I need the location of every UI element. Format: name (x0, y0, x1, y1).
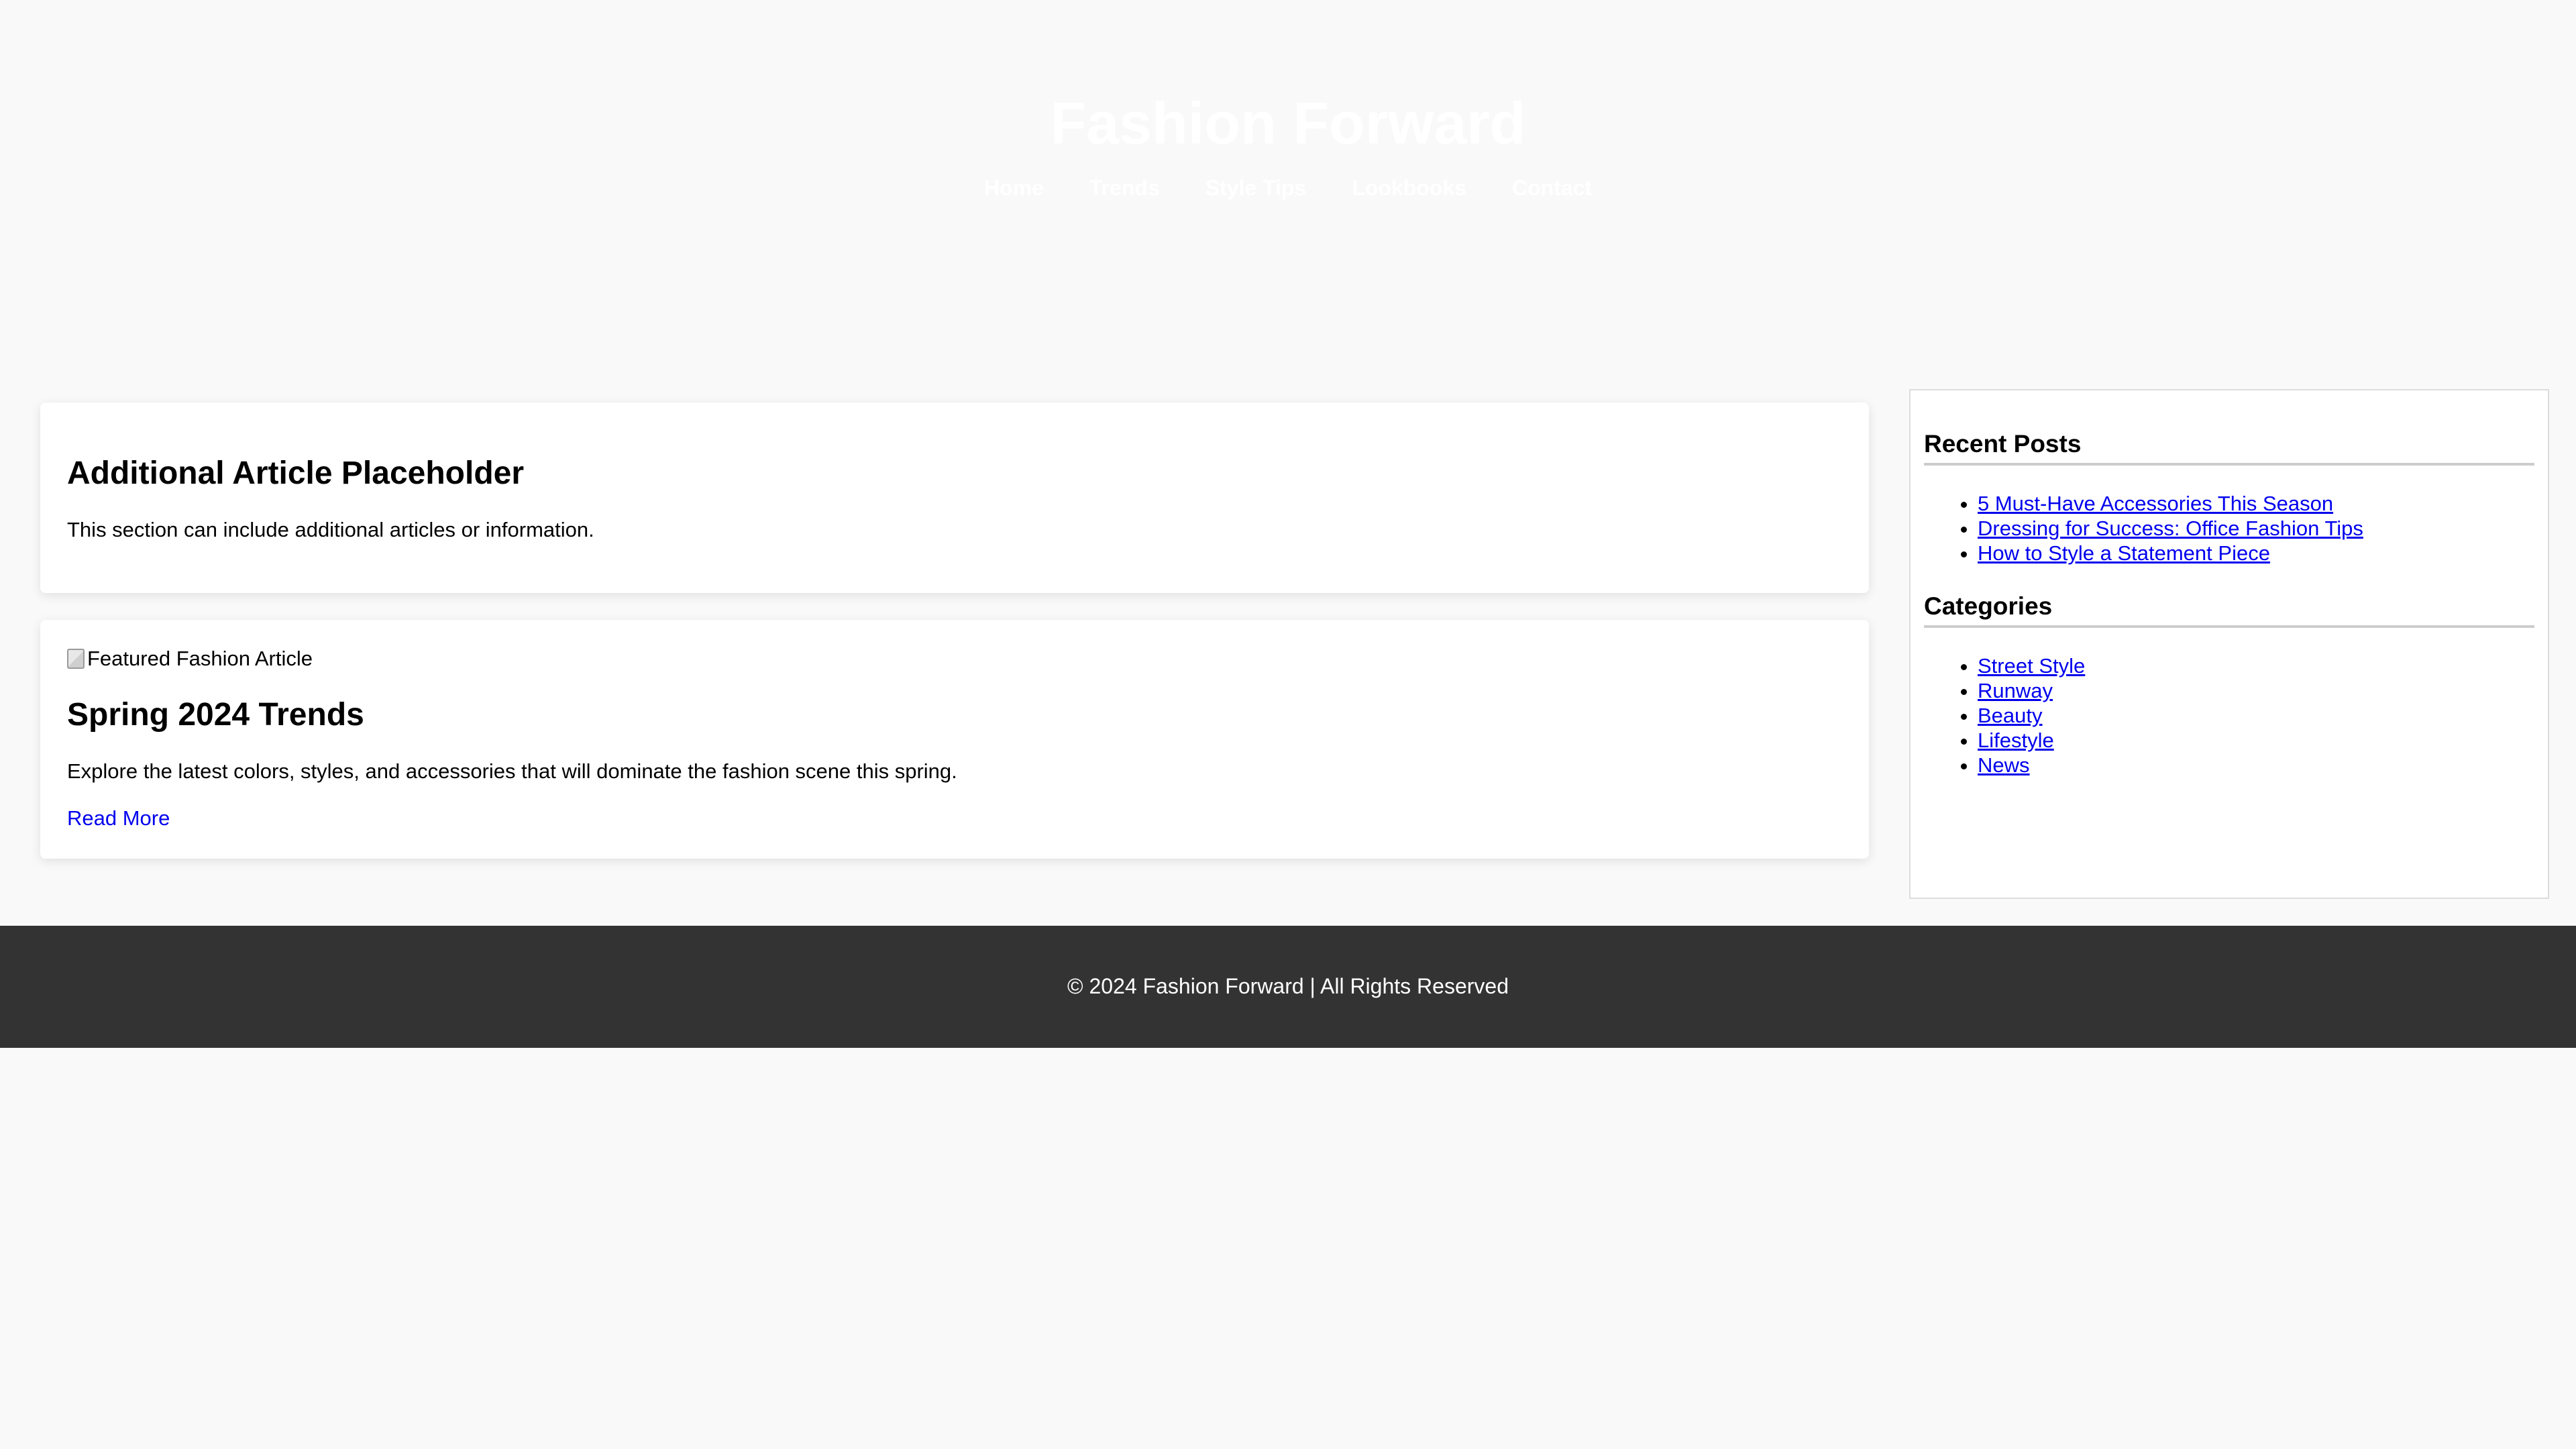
list-item: Dressing for Success: Office Fashion Tip… (1978, 516, 2363, 541)
list-item: News (1978, 753, 2085, 777)
category-link-street-style[interactable]: Street Style (1978, 654, 2085, 678)
page: Fashion Forward Home Trends Style Tips L… (0, 0, 2576, 1449)
broken-image-icon (67, 649, 85, 669)
nav-trends-link[interactable]: Trends (1089, 172, 1160, 204)
nav-lookbooks-link[interactable]: Lookbooks (1352, 172, 1466, 204)
category-link-runway[interactable]: Runway (1978, 679, 2053, 702)
list-item: Runway (1978, 678, 2085, 703)
list-item: 5 Must-Have Accessories This Season (1978, 491, 2363, 516)
main-nav: Home Trends Style Tips Lookbooks Contact (0, 172, 2576, 204)
recent-post-link[interactable]: How to Style a Statement Piece (1978, 541, 2270, 565)
list-item: Beauty (1978, 703, 2085, 728)
sidebar: Recent Posts 5 Must-Have Accessories Thi… (1909, 389, 2549, 899)
nav-style-tips-link[interactable]: Style Tips (1205, 172, 1307, 204)
article-card-placeholder: Additional Article Placeholder This sect… (40, 402, 1869, 593)
categories-list: Street Style Runway Beauty Lifestyle New… (1924, 653, 2085, 777)
article-card-featured: Featured Fashion Article Spring 2024 Tre… (40, 620, 1869, 859)
article-text: This section can include additional arti… (67, 518, 594, 541)
article-text: Explore the latest colors, styles, and a… (67, 759, 957, 783)
nav-contact-link[interactable]: Contact (1512, 172, 1592, 204)
featured-image-alt-text: Featured Fashion Article (87, 647, 313, 670)
recent-posts-heading: Recent Posts (1924, 429, 2534, 466)
site-header: Fashion Forward Home Trends Style Tips L… (0, 0, 2576, 376)
category-link-lifestyle[interactable]: Lifestyle (1978, 729, 2054, 752)
site-title: Fashion Forward (1050, 90, 1526, 156)
article-title: Additional Article Placeholder (67, 455, 525, 491)
categories-heading: Categories (1924, 592, 2534, 628)
recent-post-link[interactable]: 5 Must-Have Accessories This Season (1978, 492, 2333, 515)
recent-post-link[interactable]: Dressing for Success: Office Fashion Tip… (1978, 517, 2363, 540)
featured-image: Featured Fashion Article (67, 645, 313, 672)
category-link-beauty[interactable]: Beauty (1978, 704, 2043, 727)
category-link-news[interactable]: News (1978, 753, 2030, 777)
list-item: Lifestyle (1978, 728, 2085, 753)
list-item: How to Style a Statement Piece (1978, 541, 2363, 566)
read-more-link[interactable]: Read More (67, 805, 170, 832)
article-title: Spring 2024 Trends (67, 697, 364, 733)
nav-home-link[interactable]: Home (984, 172, 1044, 204)
site-footer: © 2024 Fashion Forward | All Rights Rese… (0, 926, 2576, 1048)
recent-posts-list: 5 Must-Have Accessories This Season Dres… (1924, 491, 2363, 566)
footer-copyright: © 2024 Fashion Forward | All Rights Rese… (1067, 974, 1509, 998)
list-item: Street Style (1978, 653, 2085, 678)
